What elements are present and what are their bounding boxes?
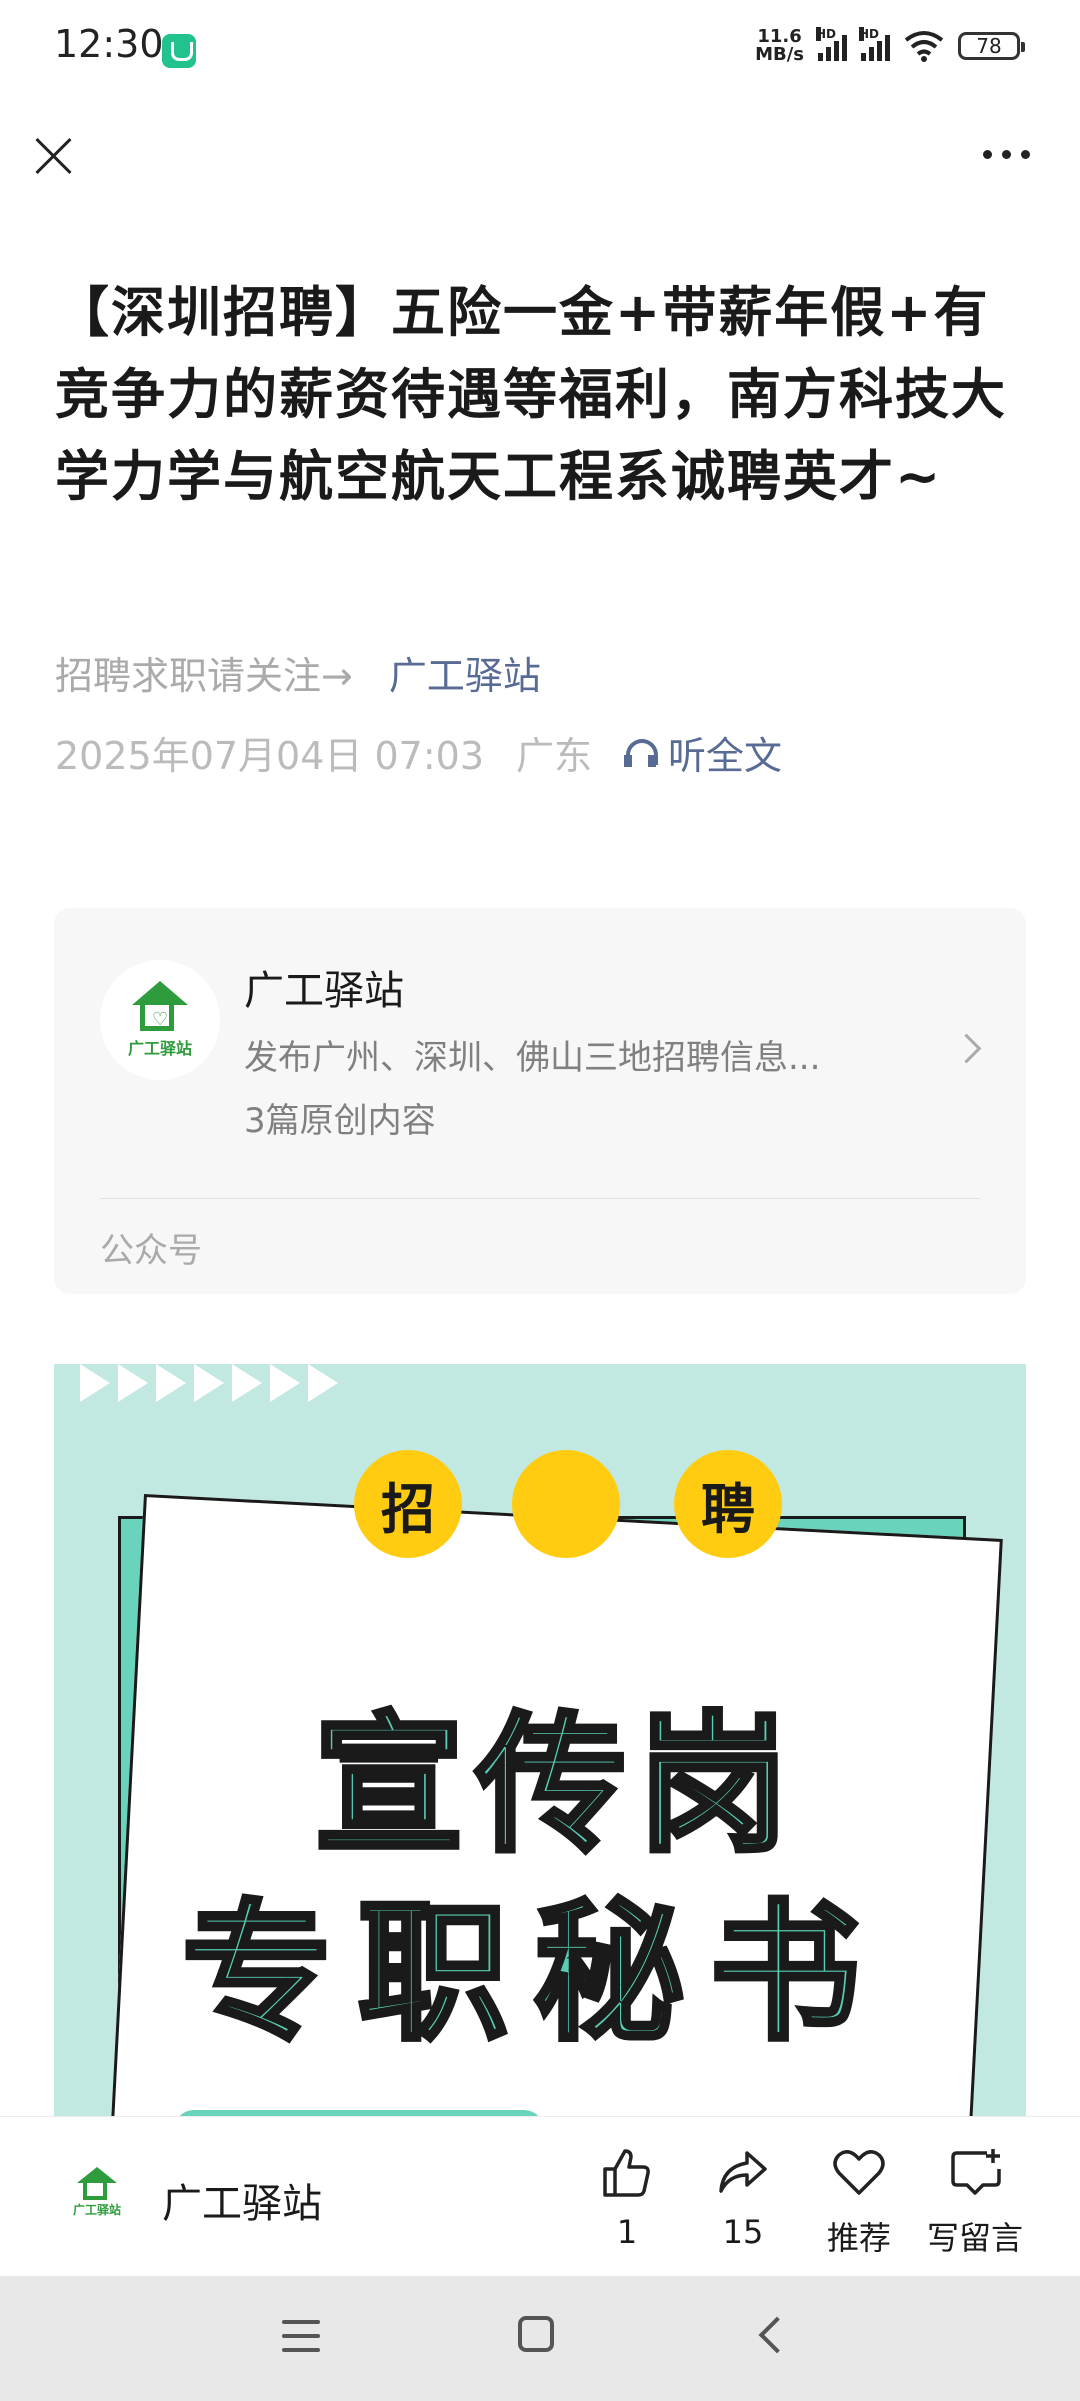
tag-circle-right: 聘	[674, 1450, 782, 1558]
system-nav-bar	[0, 2276, 1080, 2401]
more-icon[interactable]	[983, 150, 1030, 159]
tag-circle-middle	[512, 1450, 620, 1558]
listen-label: 听全文	[668, 734, 783, 778]
recommend-button[interactable]: 推荐	[804, 2145, 914, 2259]
headphone-icon	[624, 737, 659, 769]
comment-icon	[951, 2149, 1001, 2195]
comment-label: 写留言	[926, 2219, 1023, 2257]
account-description: 发布广州、深圳、佛山三地招聘信息...	[244, 1038, 821, 1078]
battery-icon: 78	[958, 32, 1025, 60]
heart-icon	[833, 2150, 885, 2195]
bottom-account-name[interactable]: 广工驿站	[162, 2171, 322, 2229]
account-avatar-small[interactable]: 广工驿站	[62, 2157, 132, 2227]
follow-line: 招聘求职请关注→ 广工驿站	[55, 645, 541, 700]
back-icon[interactable]	[758, 2316, 796, 2354]
house-logo-icon	[75, 2166, 119, 2201]
publish-datetime: 2025年07月04日 07:03	[55, 734, 485, 778]
original-count: 3篇原创内容	[244, 1101, 436, 1141]
article-poster-image[interactable]: 招 聘 宣传岗 专职秘书	[54, 1364, 1026, 2124]
like-count: 1	[616, 2213, 638, 2251]
home-icon[interactable]	[518, 2316, 554, 2352]
bottom-action-bar: 广工驿站 广工驿站 1 15 推荐 写留言	[0, 2116, 1080, 2277]
wifi-icon	[904, 31, 944, 62]
share-icon	[719, 2151, 767, 2193]
follow-prompt: 招聘求职请关注→	[55, 654, 353, 698]
share-count: 15	[722, 2213, 764, 2251]
account-avatar: ♡ 广工驿站	[100, 960, 220, 1080]
divider	[100, 1198, 980, 1199]
thumbs-up-icon	[603, 2149, 650, 2197]
signal-icon: HD	[816, 27, 847, 61]
tag-circle-left: 招	[354, 1450, 462, 1558]
listen-button[interactable]: 听全文	[624, 725, 782, 780]
article-title: 【深圳招聘】五险一金+带薪年假+有竞争力的薪资待遇等福利，南方科技大学力学与航空…	[55, 281, 1007, 508]
account-type-label: 公众号	[100, 1231, 202, 1271]
account-card[interactable]: ♡ 广工驿站 广工驿站 发布广州、深圳、佛山三地招聘信息... 3篇原创内容 公…	[54, 908, 1026, 1294]
publish-location: 广东	[516, 734, 593, 778]
share-button[interactable]: 15	[688, 2145, 798, 2251]
poster-headline-1: 宣传岗	[311, 1697, 801, 1876]
app-notification-icon	[162, 34, 196, 68]
article-meta: 2025年07月04日 07:03 广东 听全文	[55, 725, 782, 780]
account-name: 广工驿站	[244, 968, 404, 1014]
status-time: 12:30	[54, 22, 164, 66]
comment-button[interactable]: 写留言	[920, 2145, 1030, 2259]
logo-text: 广工驿站	[72, 2202, 121, 2217]
logo-text: 广工驿站	[127, 1039, 192, 1058]
close-icon[interactable]	[30, 130, 78, 178]
arrow-decoration	[80, 1364, 338, 1402]
signal-icon-2: HD	[859, 27, 890, 61]
like-button[interactable]: 1	[572, 2145, 682, 2251]
network-speed: 11.6 MB/s	[755, 26, 804, 65]
recommend-label: 推荐	[826, 2219, 891, 2257]
menu-icon[interactable]	[282, 2320, 320, 2362]
status-indicators: 11.6 MB/s HD HD 78	[755, 26, 1025, 65]
account-link[interactable]: 广工驿站	[389, 645, 541, 700]
poster-headline-2: 专职秘书	[179, 1885, 887, 2064]
chevron-right-icon	[951, 1033, 982, 1064]
house-logo-icon: ♡	[128, 981, 192, 1033]
